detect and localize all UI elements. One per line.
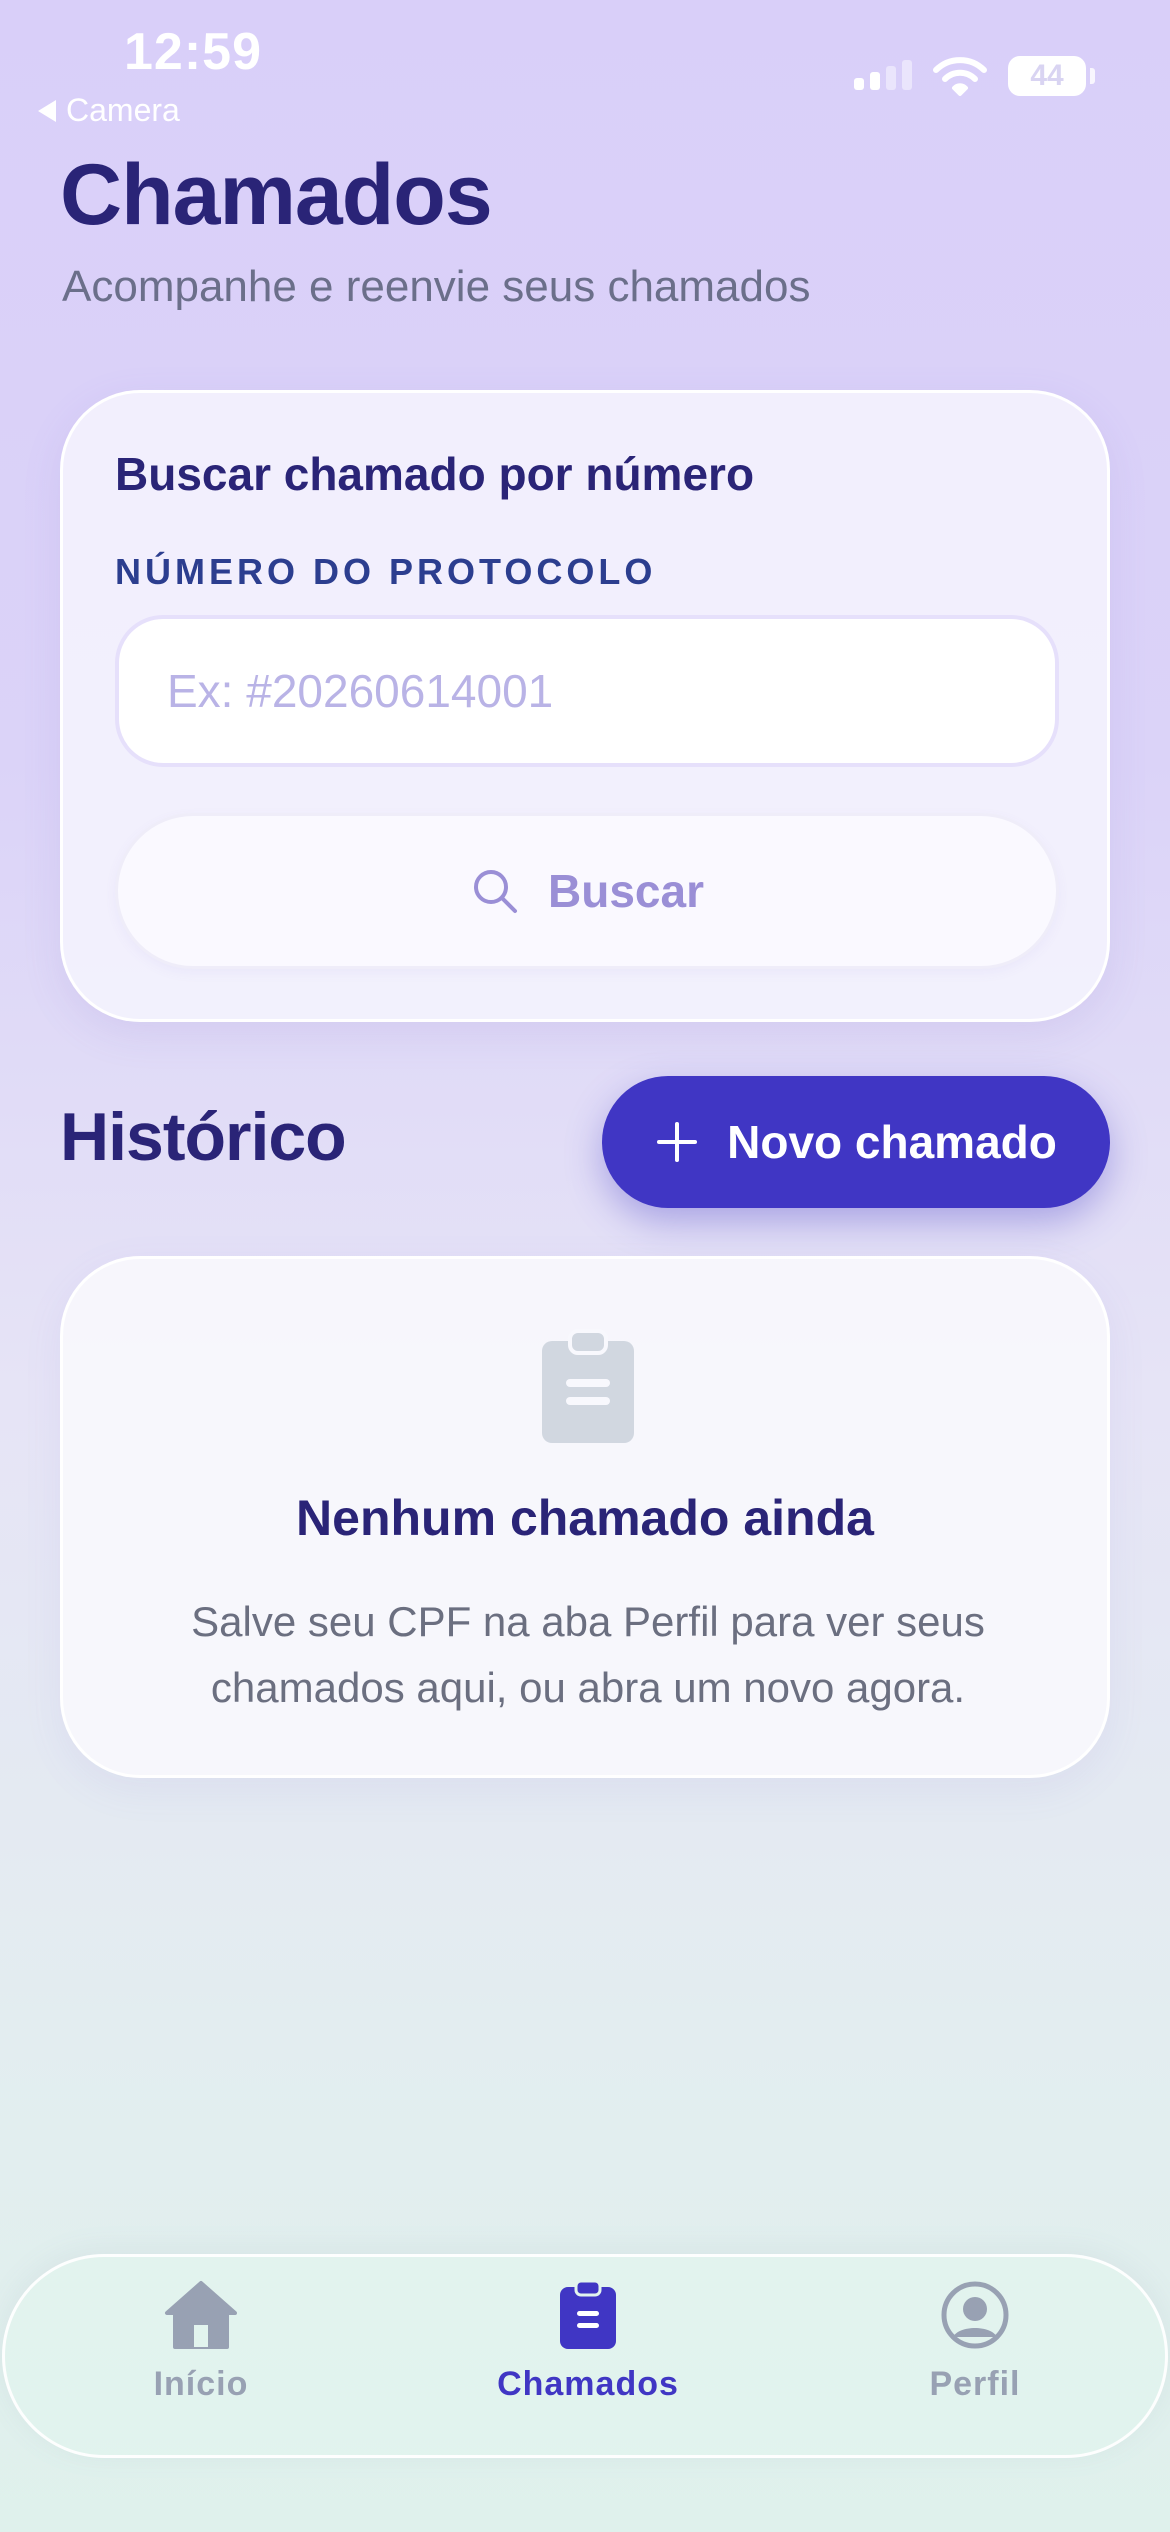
bottom-tab-bar: Início Chamados Perfil <box>2 2254 1168 2458</box>
plus-icon <box>657 1122 698 1162</box>
battery-nub <box>1090 68 1095 84</box>
status-bar: 12:59 Camera 44 <box>0 0 1170 140</box>
clipboard-icon <box>542 1329 634 1443</box>
search-button-label: Buscar <box>548 865 704 917</box>
tab-inicio-label: Início <box>153 2365 249 2403</box>
search-button[interactable]: Buscar <box>115 813 1059 969</box>
protocol-number-input[interactable] <box>115 615 1059 767</box>
clipboard-icon <box>560 2279 616 2349</box>
empty-state-description: Salve seu CPF na aba Perfil para ver seu… <box>191 1598 985 1711</box>
wifi-icon <box>933 57 987 96</box>
battery-indicator: 44 <box>1008 56 1086 96</box>
tab-chamados-label: Chamados <box>497 2365 679 2403</box>
profile-icon <box>941 2281 1009 2349</box>
new-ticket-label: Novo chamado <box>727 1116 1057 1168</box>
home-icon <box>165 2281 237 2349</box>
history-title: Histórico <box>60 1099 347 1175</box>
tab-chamados[interactable]: Chamados <box>458 2279 718 2439</box>
empty-history-card: Nenhum chamado ainda Salve seu CPF na ab… <box>60 1256 1110 1778</box>
cellular-signal-icon <box>854 60 912 90</box>
search-card-title: Buscar chamado por número <box>115 448 755 500</box>
back-triangle-icon <box>38 99 56 122</box>
search-icon <box>474 870 518 913</box>
protocol-field-label: NÚMERO DO PROTOCOLO <box>115 551 657 592</box>
back-link-label: Camera <box>66 92 180 128</box>
tab-inicio[interactable]: Início <box>71 2279 331 2439</box>
new-ticket-button[interactable]: Novo chamado <box>602 1076 1110 1208</box>
tab-perfil[interactable]: Perfil <box>845 2279 1105 2439</box>
tab-perfil-label: Perfil <box>929 2365 1021 2403</box>
page-subtitle: Acompanhe e reenvie seus chamados <box>62 262 811 311</box>
back-to-camera-link[interactable]: Camera <box>38 92 180 129</box>
search-card: Buscar chamado por número NÚMERO DO PROT… <box>60 390 1110 1022</box>
empty-state-title: Nenhum chamado ainda <box>296 1490 874 1546</box>
status-time: 12:59 <box>124 23 262 81</box>
page-title: Chamados <box>60 147 493 243</box>
